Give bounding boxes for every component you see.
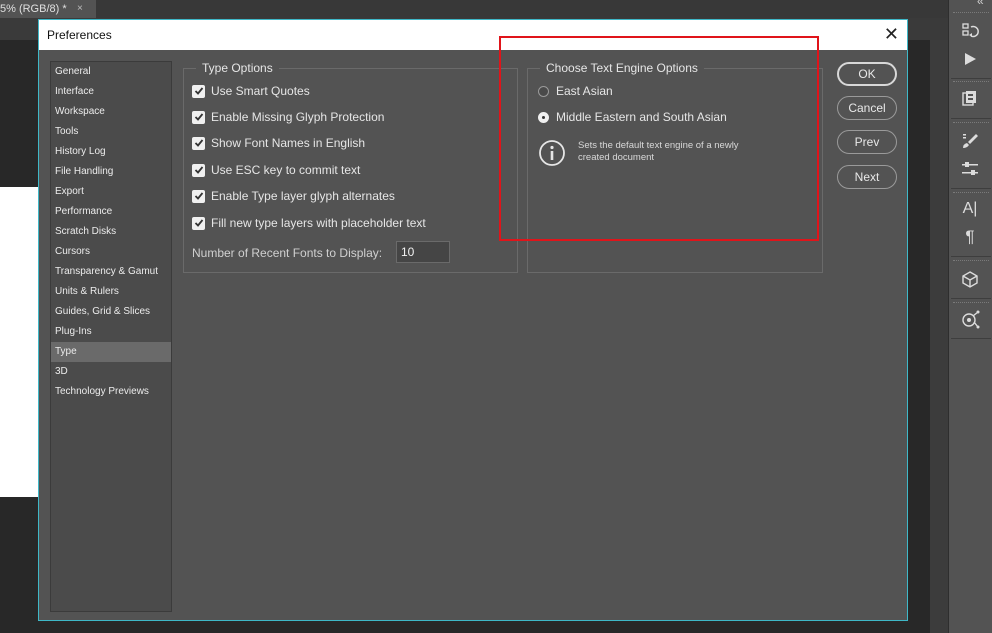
nav-item-tools[interactable]: Tools (51, 122, 171, 142)
info-icon (539, 140, 565, 166)
glyph-alternates-checkbox[interactable] (192, 189, 205, 203)
smart-quotes-checkbox-row[interactable]: Use Smart Quotes (192, 82, 310, 100)
panel-grip[interactable] (953, 260, 989, 263)
nav-item-units-rulers[interactable]: Units & Rulers (51, 282, 171, 302)
ok-button[interactable]: OK (837, 62, 897, 86)
missing-glyph-label: Enable Missing Glyph Protection (211, 110, 385, 124)
panel-divider (951, 118, 991, 119)
adjustments-icon[interactable] (957, 158, 983, 180)
esc-commit-checkbox[interactable] (192, 163, 205, 177)
east-asian-label: East Asian (556, 84, 613, 98)
3d-cube-icon[interactable] (957, 268, 983, 290)
document-tab-label: 5% (RGB/8) * (0, 3, 67, 15)
panel-grip[interactable] (953, 122, 989, 125)
type-options-group: Type Options Use Smart Quotes Enable Mis… (183, 61, 518, 273)
close-icon[interactable]: ✕ (884, 24, 899, 44)
play-actions-icon[interactable] (957, 48, 983, 70)
dialog-titlebar[interactable]: Preferences ✕ (39, 20, 907, 50)
nav-item-transparency-gamut[interactable]: Transparency & Gamut (51, 262, 171, 282)
nav-item-interface[interactable]: Interface (51, 82, 171, 102)
font-names-english-checkbox[interactable] (192, 136, 205, 150)
nav-item-technology-previews[interactable]: Technology Previews (51, 382, 171, 402)
missing-glyph-checkbox-row[interactable]: Enable Missing Glyph Protection (192, 108, 384, 126)
middle-eastern-radio[interactable] (538, 111, 549, 123)
glyph-alternates-checkbox-row[interactable]: Enable Type layer glyph alternates (192, 187, 395, 205)
smart-quotes-checkbox[interactable] (192, 84, 205, 98)
preferences-nav: General Interface Workspace Tools Histor… (50, 61, 172, 612)
glyph-alternates-label: Enable Type layer glyph alternates (211, 189, 395, 203)
panel-divider (951, 78, 991, 79)
paragraph-icon[interactable]: ¶ (957, 226, 983, 248)
nav-item-workspace[interactable]: Workspace (51, 102, 171, 122)
recent-fonts-input[interactable]: 10 (396, 241, 450, 263)
nav-item-general[interactable]: General (51, 62, 171, 82)
placeholder-text-checkbox[interactable] (192, 216, 205, 230)
document-tab-close-icon[interactable]: × (77, 0, 83, 18)
nav-item-scratch-disks[interactable]: Scratch Disks (51, 222, 171, 242)
nav-item-export[interactable]: Export (51, 182, 171, 202)
history-icon[interactable] (957, 20, 983, 42)
nav-item-performance[interactable]: Performance (51, 202, 171, 222)
esc-commit-label: Use ESC key to commit text (211, 163, 361, 177)
panel-grip[interactable] (953, 192, 989, 195)
font-names-english-checkbox-row[interactable]: Show Font Names in English (192, 134, 365, 152)
placeholder-text-checkbox-row[interactable]: Fill new type layers with placeholder te… (192, 214, 426, 232)
smart-quotes-label: Use Smart Quotes (211, 84, 310, 98)
recent-fonts-label: Number of Recent Fonts to Display: (192, 246, 383, 260)
document-tab-bar (0, 0, 948, 18)
text-engine-group: Choose Text Engine Options East Asian Mi… (527, 61, 823, 273)
preferences-dialog: Preferences ✕ General Interface Workspac… (38, 19, 908, 621)
panel-divider (951, 298, 991, 299)
panel-divider (951, 188, 991, 189)
nav-item-history-log[interactable]: History Log (51, 142, 171, 162)
prev-button[interactable]: Prev (837, 130, 897, 154)
nav-item-type[interactable]: Type (51, 342, 171, 362)
cancel-button[interactable]: Cancel (837, 96, 897, 120)
panel-divider (951, 338, 991, 339)
nav-item-cursors[interactable]: Cursors (51, 242, 171, 262)
east-asian-radio[interactable] (538, 85, 549, 97)
font-names-english-label: Show Font Names in English (211, 136, 366, 150)
collapse-panels-icon[interactable]: « (977, 0, 984, 8)
placeholder-text-label: Fill new type layers with placeholder te… (211, 216, 426, 230)
nav-item-3d[interactable]: 3D (51, 362, 171, 382)
properties-icon[interactable] (957, 309, 983, 331)
text-engine-title: Choose Text Engine Options (540, 61, 704, 75)
document-tab[interactable]: 5% (RGB/8) * × (0, 0, 96, 18)
text-engine-info-text: Sets the default text engine of a newly … (578, 140, 768, 164)
layer-comps-icon[interactable] (957, 88, 983, 110)
panel-grip[interactable] (953, 81, 989, 84)
character-icon[interactable]: A| (957, 198, 983, 220)
next-button[interactable]: Next (837, 165, 897, 189)
panel-dock: « A| ¶ (948, 0, 992, 633)
type-options-title: Type Options (196, 61, 279, 75)
nav-item-file-handling[interactable]: File Handling (51, 162, 171, 182)
nav-item-guides-grid-slices[interactable]: Guides, Grid & Slices (51, 302, 171, 322)
info-text-line-2: created document (578, 152, 655, 163)
brush-icon[interactable] (957, 130, 983, 152)
esc-commit-checkbox-row[interactable]: Use ESC key to commit text (192, 161, 360, 179)
middle-eastern-radio-row[interactable]: Middle Eastern and South Asian (538, 108, 727, 126)
dialog-title: Preferences (47, 28, 112, 42)
east-asian-radio-row[interactable]: East Asian (538, 82, 613, 100)
info-text-line-1: Sets the default text engine of a newly (578, 140, 739, 151)
panel-divider (951, 256, 991, 257)
middle-eastern-label: Middle Eastern and South Asian (556, 110, 727, 124)
document-canvas (0, 187, 40, 497)
scrollbar-strip (930, 40, 948, 633)
panel-grip[interactable] (953, 12, 989, 15)
nav-item-plug-ins[interactable]: Plug-Ins (51, 322, 171, 342)
missing-glyph-checkbox[interactable] (192, 110, 205, 124)
panel-grip[interactable] (953, 302, 989, 305)
